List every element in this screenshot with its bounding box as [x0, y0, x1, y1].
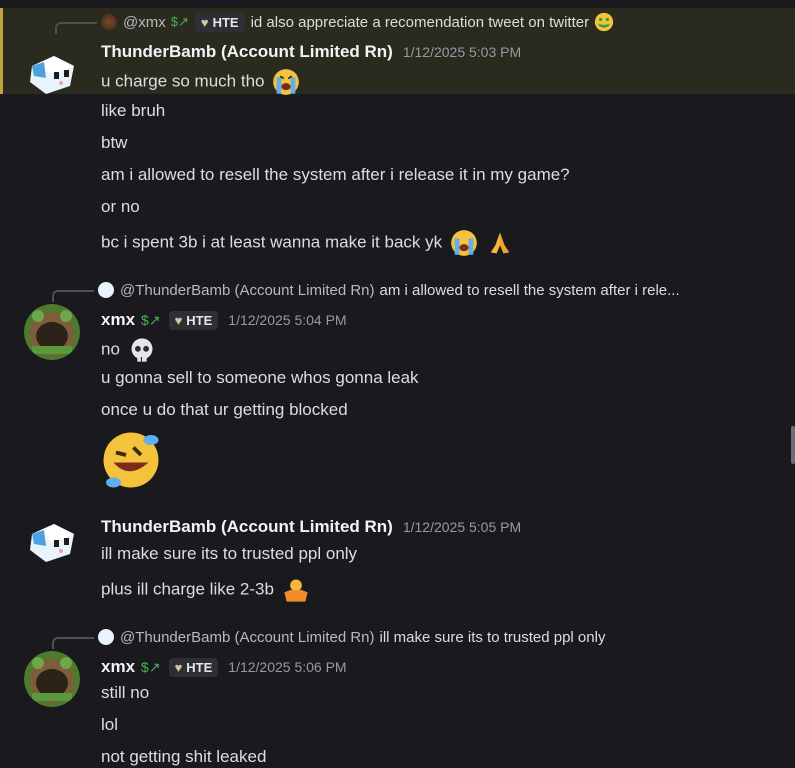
heart-icon: ♥: [174, 312, 183, 328]
role-badge: ♥ HTE: [168, 657, 219, 677]
folded-hands-icon: [490, 232, 509, 254]
reply-preview[interactable]: @xmx $↗ ♥ HTE id also appreciate a recom…: [101, 12, 614, 32]
role-badge: ♥ HTE: [168, 310, 219, 330]
role-badge: ♥ HTE: [194, 12, 245, 32]
thunderbamb-avatar[interactable]: [24, 46, 80, 102]
message-text: plus ill charge like 2-3b: [101, 576, 310, 604]
scrollbar-thumb[interactable]: [791, 426, 795, 464]
money-mouth-face-icon: [594, 12, 614, 32]
username[interactable]: ThunderBamb (Account Limited Rn): [101, 517, 393, 537]
badge-label: HTE: [212, 14, 239, 30]
message-text: like bruh: [101, 101, 166, 120]
xmx-avatar[interactable]: [24, 651, 80, 707]
reply-author[interactable]: @ThunderBamb (Account Limited Rn): [120, 629, 375, 646]
heart-icon: ♥: [200, 14, 209, 30]
message-text: or no: [101, 197, 140, 216]
reply-author[interactable]: @ThunderBamb (Account Limited Rn): [120, 282, 375, 299]
xmx-mini-avatar: [101, 14, 117, 30]
reply-text: am i allowed to resell the system after …: [379, 281, 680, 299]
xmx-avatar[interactable]: [24, 304, 80, 360]
message-line: no: [101, 339, 120, 359]
reply-author[interactable]: @xmx: [123, 14, 166, 31]
message-header: xmx $↗ ♥ HTE 1/12/2025 5:06 PM: [101, 657, 347, 677]
reply-text: ill make sure its to trusted ppl only: [379, 628, 606, 646]
badge-label: HTE: [186, 659, 213, 675]
heart-icon: ♥: [174, 659, 183, 675]
message-text: ill make sure its to trusted ppl only: [101, 544, 358, 563]
thunderbamb-mini-avatar: [98, 282, 114, 298]
timestamp[interactable]: 1/12/2025 5:05 PM: [403, 519, 521, 535]
money-with-wings-icon: $↗: [141, 658, 161, 675]
message-text: u gonna sell to someone whos gonna leak: [101, 368, 419, 387]
username[interactable]: xmx: [101, 657, 135, 677]
message-text: still no: [101, 683, 150, 702]
loudly-crying-face-icon: [273, 69, 300, 95]
badge-label: HTE: [186, 312, 213, 328]
message-text: once u do that ur getting blocked: [101, 400, 348, 419]
message-line: bc i spent 3b i at least wanna make it b…: [101, 232, 443, 252]
person-shrugging-icon: [283, 579, 308, 602]
message-line: u charge so much tho: [101, 71, 265, 91]
message-text: am i allowed to resell the system after …: [101, 165, 570, 184]
reply-connector: [55, 22, 97, 34]
reply-connector: [52, 637, 94, 649]
message-text: not getting shit leaked: [101, 747, 267, 766]
reply-text: id also appreciate a recomendation tweet…: [250, 13, 590, 31]
reply-preview[interactable]: @ThunderBamb (Account Limited Rn) ill ma…: [98, 627, 605, 647]
reply-preview[interactable]: @ThunderBamb (Account Limited Rn) am i a…: [98, 280, 680, 300]
thunderbamb-mini-avatar: [98, 629, 114, 645]
timestamp[interactable]: 1/12/2025 5:04 PM: [228, 312, 346, 328]
money-with-wings-icon: $↗: [141, 311, 161, 328]
username[interactable]: ThunderBamb (Account Limited Rn): [101, 42, 393, 62]
loudly-crying-face-icon: [451, 230, 477, 256]
timestamp[interactable]: 1/12/2025 5:06 PM: [228, 659, 346, 675]
message-line: plus ill charge like 2-3b: [101, 579, 274, 599]
rolling-on-floor-laughing-icon: [103, 432, 159, 488]
money-with-wings-icon: $↗: [170, 14, 189, 29]
message-header: ThunderBamb (Account Limited Rn) 1/12/20…: [101, 42, 521, 62]
timestamp[interactable]: 1/12/2025 5:03 PM: [403, 44, 521, 60]
skull-icon: [131, 338, 153, 362]
message-text: btw: [101, 133, 128, 152]
username[interactable]: xmx: [101, 310, 135, 330]
message-text: u charge so much tho: [101, 68, 300, 96]
message-text: no: [101, 336, 156, 364]
message-text: lol: [101, 715, 119, 734]
message-text: bc i spent 3b i at least wanna make it b…: [101, 229, 514, 257]
message-header: xmx $↗ ♥ HTE 1/12/2025 5:04 PM: [101, 310, 347, 330]
message-header: ThunderBamb (Account Limited Rn) 1/12/20…: [101, 517, 521, 537]
thunderbamb-avatar[interactable]: [24, 514, 80, 570]
reply-connector: [52, 290, 94, 302]
